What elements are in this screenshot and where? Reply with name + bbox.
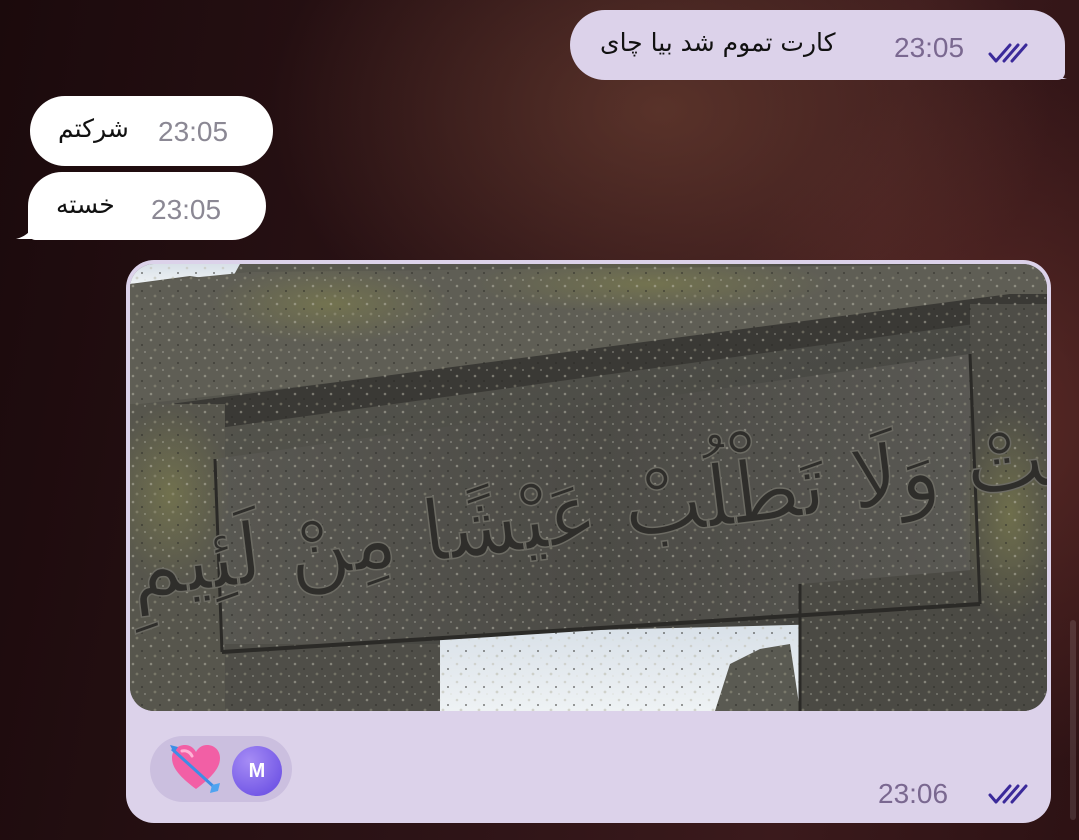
- bubble-tail: [1045, 56, 1067, 79]
- message-time: 23:05: [158, 116, 229, 147]
- reaction-chip[interactable]: M: [150, 736, 292, 802]
- message-bubble-incoming[interactable]: شرکتم 23:05: [30, 96, 273, 166]
- scrollbar[interactable]: [1070, 620, 1076, 820]
- message-text: شرکتم: [58, 114, 129, 143]
- message-time: 23:06: [878, 778, 949, 809]
- bubble-tail: [16, 216, 38, 239]
- message-time: 23:05: [151, 194, 222, 225]
- double-check-icon: [988, 43, 1028, 63]
- message-bubble-outgoing[interactable]: کارت تموم شد بیا چای 23:05: [570, 10, 1065, 80]
- double-check-icon: [988, 784, 1028, 804]
- photo-image: مُتْ وَلَا تَطْلُبْ عَيْشًا مِنْ لَئِيمِ: [130, 264, 1047, 711]
- message-text: خسته: [56, 190, 115, 219]
- photo-stone-inscription[interactable]: مُتْ وَلَا تَطْلُبْ عَيْشًا مِنْ لَئِيمِ: [130, 264, 1047, 711]
- message-time: 23:05: [894, 32, 965, 63]
- heart-with-arrow-icon: [170, 745, 220, 793]
- avatar[interactable]: M: [232, 746, 282, 796]
- message-text: کارت تموم شد بیا چای: [600, 28, 836, 57]
- message-bubble-incoming[interactable]: خسته 23:05: [28, 172, 266, 240]
- photo-message-bubble[interactable]: مُتْ وَلَا تَطْلُبْ عَيْشًا مِنْ لَئِيمِ…: [126, 260, 1051, 823]
